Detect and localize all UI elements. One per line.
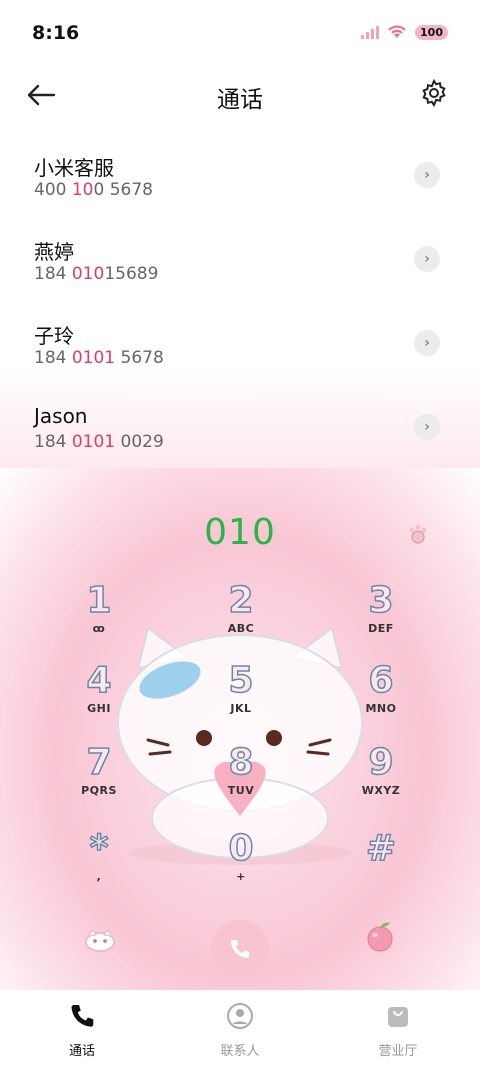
- contact-name: 小米客服: [34, 156, 114, 180]
- status-bar: 8:16 100: [0, 0, 480, 64]
- contact-number: 400 100 5678: [34, 180, 153, 200]
- paw-delete-icon[interactable]: [406, 522, 430, 546]
- battery-indicator: 100: [415, 24, 448, 40]
- signal-icon: [361, 26, 380, 39]
- tab-calls[interactable]: 通话: [32, 1002, 132, 1059]
- status-icons: 100: [361, 24, 448, 40]
- chevron-right-icon[interactable]: ›: [414, 330, 440, 356]
- phone-icon: [71, 1005, 94, 1027]
- header: 通话: [0, 70, 480, 120]
- page-title: 通话: [217, 87, 263, 113]
- key-0[interactable]: 0 +: [186, 829, 296, 896]
- key-hash[interactable]: #: [326, 829, 436, 896]
- key-9[interactable]: 9 WXYZ: [326, 743, 436, 810]
- key-star[interactable]: *,: [44, 829, 154, 896]
- chevron-right-icon[interactable]: ›: [414, 246, 440, 272]
- key-1[interactable]: 1ꝏ: [44, 581, 154, 648]
- call-button[interactable]: [211, 920, 269, 978]
- chevron-right-icon[interactable]: ›: [414, 414, 440, 440]
- cat-collapse-icon[interactable]: [82, 920, 118, 956]
- status-time: 8:16: [32, 22, 80, 44]
- tab-label: 联系人: [220, 1044, 260, 1059]
- list-item[interactable]: 小米客服 400 100 5678 ›: [0, 132, 480, 216]
- contact-number: 184 0101 0029: [34, 432, 164, 452]
- contact-name: 燕婷: [34, 240, 74, 264]
- key-3[interactable]: 3 DEF: [326, 581, 436, 648]
- contacts-icon: [227, 1003, 253, 1029]
- key-4[interactable]: 4 GHI: [44, 661, 154, 728]
- chevron-right-icon[interactable]: ›: [414, 162, 440, 188]
- service-hall-icon: [388, 1007, 408, 1027]
- phone-icon: [231, 940, 249, 958]
- tab-contacts[interactable]: 联系人: [190, 1002, 290, 1059]
- tab-label: 通话: [68, 1044, 95, 1059]
- contact-name: Jason: [34, 404, 88, 428]
- bottom-nav: 通话 联系人 营业厅: [0, 990, 480, 1067]
- key-8[interactable]: 8 TUV: [186, 743, 296, 810]
- tab-label: 营业厅: [378, 1044, 418, 1059]
- settings-gear-icon[interactable]: [420, 79, 448, 107]
- key-2[interactable]: 2 ABC: [186, 581, 296, 648]
- contact-name: 子玲: [34, 324, 74, 348]
- key-6[interactable]: 6 MNO: [326, 661, 436, 728]
- contact-number: 184 0101 5678: [34, 348, 164, 368]
- key-5[interactable]: 5 JKL: [186, 661, 296, 728]
- list-item[interactable]: 燕婷 184 01015689 ›: [0, 216, 480, 300]
- peach-icon[interactable]: [362, 918, 398, 954]
- contact-number: 184 01015689: [34, 264, 159, 284]
- tab-service-hall[interactable]: 营业厅: [348, 1002, 448, 1059]
- wifi-icon: [388, 25, 406, 38]
- suggestion-list: 小米客服 400 100 5678 › 燕婷 184 01015689 › 子玲…: [0, 132, 480, 468]
- list-item[interactable]: 子玲 184 0101 5678 ›: [0, 300, 480, 384]
- key-7[interactable]: 7 PQRS: [44, 743, 154, 810]
- list-item[interactable]: Jason 184 0101 0029 ›: [0, 384, 480, 468]
